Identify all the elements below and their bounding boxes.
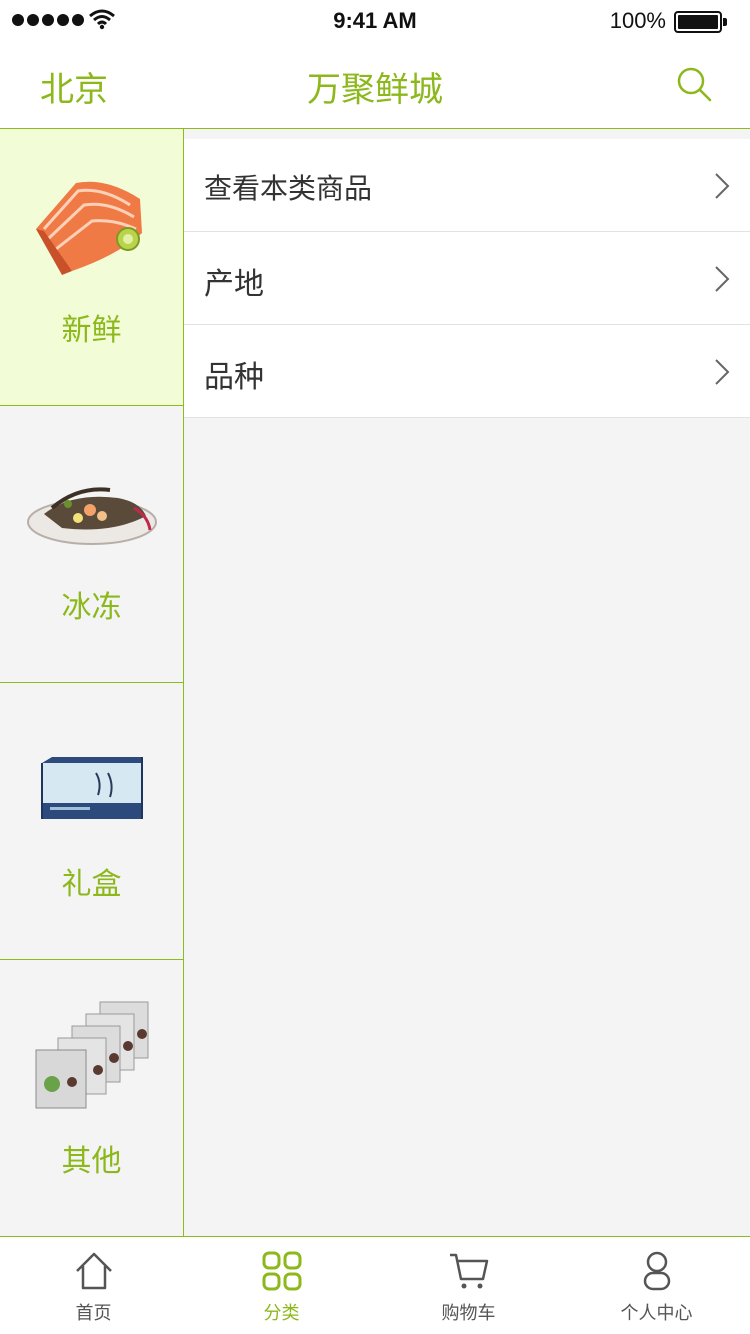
cart-icon (450, 1253, 489, 1289)
tab-home[interactable]: 首页 (0, 1237, 187, 1334)
tab-label: 首页 (75, 1303, 112, 1324)
list-item-label: 查看本类商品 (204, 172, 373, 205)
sidebar-item-frozen[interactable]: 冰冻 (0, 406, 183, 683)
packaged-goods-image (35, 1001, 149, 1109)
chevron-right-icon (715, 266, 730, 292)
list-item-label: 产地 (204, 267, 264, 302)
chevron-right-icon (715, 173, 730, 199)
sidebar-item-fresh[interactable]: 新鲜 (0, 129, 183, 406)
category-icon (262, 1251, 302, 1291)
battery-percentage: 100% (609, 8, 666, 33)
battery-icon (674, 11, 722, 33)
search-icon[interactable] (676, 66, 712, 102)
chevron-right-icon (715, 359, 730, 385)
subcategory-panel: 查看本类商品 产地 品种 (184, 129, 750, 1236)
list-item-variety[interactable]: 品种 (184, 325, 750, 418)
sidebar-item-label: 礼盒 (61, 867, 122, 902)
list-item-origin[interactable]: 产地 (184, 232, 750, 325)
seafood-platter-image (27, 487, 157, 545)
tab-category[interactable]: 分类 (188, 1237, 375, 1334)
tab-label: 分类 (263, 1303, 300, 1324)
subcategory-list: 查看本类商品 产地 品种 (184, 139, 750, 418)
tab-profile[interactable]: 个人中心 (563, 1237, 750, 1334)
user-icon (643, 1251, 671, 1291)
list-item-view-all[interactable]: 查看本类商品 (184, 139, 750, 232)
gift-box-image (41, 757, 143, 819)
tab-bar: 首页 分类 购物车 个人中心 (0, 1236, 750, 1334)
tab-label: 个人中心 (620, 1303, 693, 1324)
sidebar-item-other[interactable]: 其他 (0, 960, 183, 1237)
home-icon (76, 1252, 112, 1290)
list-item-label: 品种 (204, 360, 264, 395)
page-title: 万聚鲜城 (307, 70, 443, 110)
battery-tip (723, 18, 727, 26)
category-sidebar: 新鲜 冰冻 礼盒 其他 (0, 129, 184, 1237)
status-bar: 9:41 AM 100% (0, 0, 750, 40)
sidebar-item-gift-box[interactable]: 礼盒 (0, 683, 183, 960)
salmon-image (36, 181, 142, 275)
nav-bar: 北京 万聚鲜城 (0, 40, 750, 129)
sidebar-item-label: 新鲜 (61, 313, 122, 348)
tab-cart[interactable]: 购物车 (375, 1237, 562, 1334)
sidebar-item-label: 其他 (61, 1144, 122, 1179)
tab-label: 购物车 (441, 1303, 496, 1324)
sidebar-item-label: 冰冻 (61, 590, 122, 625)
